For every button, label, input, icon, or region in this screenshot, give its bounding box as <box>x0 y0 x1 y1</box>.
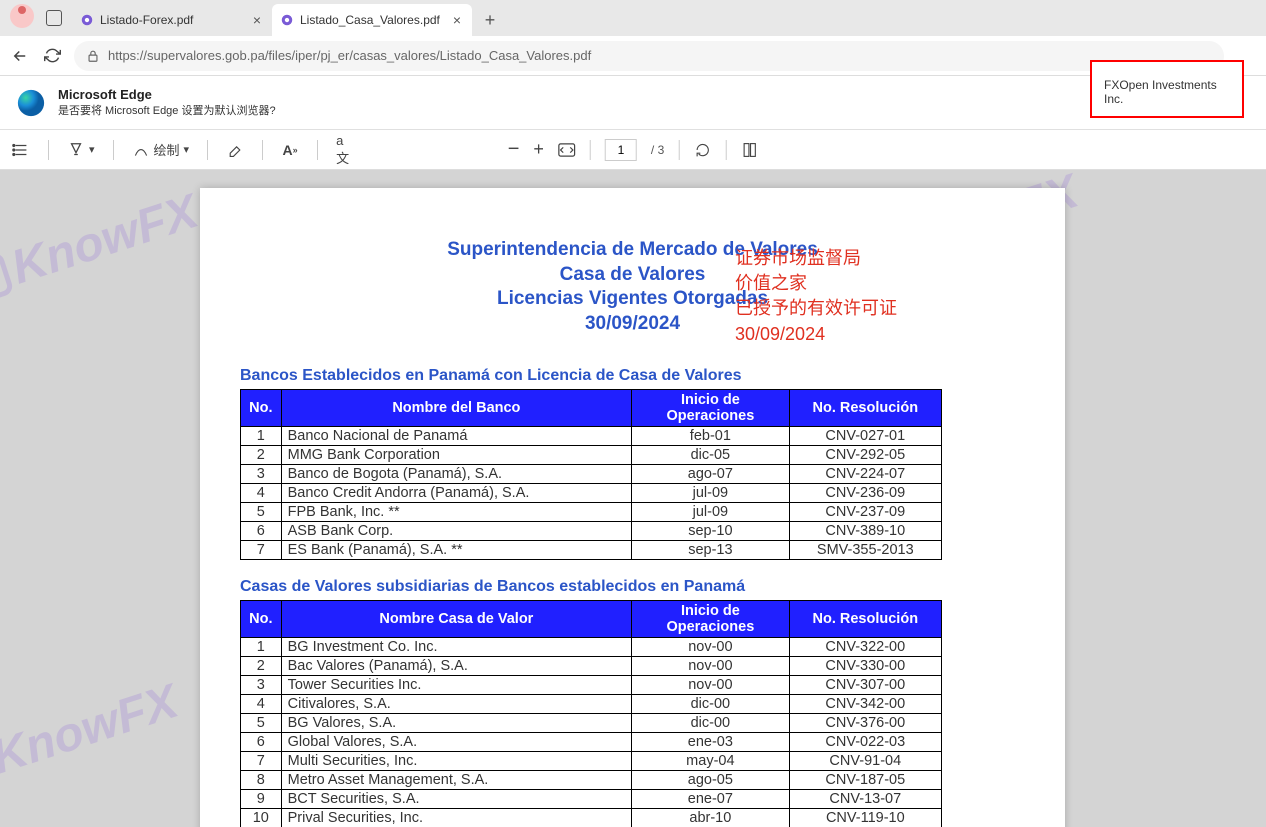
document-heading: Superintendencia de Mercado de Valores C… <box>240 238 1025 337</box>
page-number-input[interactable] <box>605 139 637 161</box>
pdf-page: Superintendencia de Mercado de Valores C… <box>200 188 1065 827</box>
profile-avatar[interactable] <box>10 4 34 28</box>
divider <box>725 140 726 160</box>
divider <box>48 140 49 160</box>
tab-listado-casa-valores[interactable]: Listado_Casa_Valores.pdf × <box>272 4 472 36</box>
fit-page-button[interactable] <box>558 141 576 159</box>
page-view-button[interactable] <box>740 141 758 159</box>
highlight-annotation: FXOpen Investments Inc. <box>1090 60 1244 118</box>
text-size-button[interactable]: A» <box>281 141 299 159</box>
table-row: 6Global Valores, S.A.ene-03CNV-022-03 <box>241 732 942 751</box>
erase-button[interactable] <box>226 141 244 159</box>
table-row: 9BCT Securities, S.A.ene-07CNV-13-07 <box>241 789 942 808</box>
draw-label: 绘制 <box>154 140 180 159</box>
zoom-in-button[interactable]: + <box>533 139 544 160</box>
section-header-casas: Casas de Valores subsidiarias de Bancos … <box>240 578 1025 596</box>
tab-label: Listado_Casa_Valores.pdf <box>300 13 444 27</box>
table-row: 6ASB Bank Corp.sep-10CNV-389-10 <box>241 521 942 540</box>
table-row: 1BG Investment Co. Inc.nov-00CNV-322-00 <box>241 637 942 656</box>
workspaces-icon[interactable] <box>46 10 62 26</box>
divider <box>317 140 318 160</box>
zoom-out-button[interactable]: − <box>508 138 520 161</box>
divider <box>207 140 208 160</box>
table-row: 5BG Valores, S.A.dic-00CNV-376-00 <box>241 713 942 732</box>
back-button[interactable] <box>10 46 30 66</box>
rotate-button[interactable] <box>693 141 711 159</box>
table-row: 3Tower Securities Inc.nov-00CNV-307-00 <box>241 675 942 694</box>
cn-translation-overlay: 证券市场监督局 价值之家 已授予的有效许可证 30/09/2024 <box>735 246 897 347</box>
divider <box>113 140 114 160</box>
new-tab-button[interactable]: + <box>476 6 504 34</box>
browser-nav-bar: https://supervalores.gob.pa/files/iper/p… <box>0 36 1266 76</box>
edge-prompt-subtitle: 是否要将 Microsoft Edge 设置为默认浏览器? <box>58 102 276 118</box>
translate-button[interactable]: a文 <box>336 141 354 159</box>
tab-label: Listado-Forex.pdf <box>100 13 244 27</box>
refresh-button[interactable] <box>42 46 62 66</box>
table-row: 8Metro Asset Management, S.A.ago-05CNV-1… <box>241 770 942 789</box>
edge-logo-icon <box>16 88 46 118</box>
divider <box>590 140 591 160</box>
contents-button[interactable] <box>12 141 30 159</box>
table-casas: No. Nombre Casa de Valor Inicio de Opera… <box>240 600 942 827</box>
divider <box>262 140 263 160</box>
table-bancos: No. Nombre del Banco Inicio de Operacion… <box>240 389 942 560</box>
lock-icon <box>86 49 100 63</box>
close-icon[interactable]: × <box>450 13 464 27</box>
edge-default-prompt: Microsoft Edge 是否要将 Microsoft Edge 设置为默认… <box>0 76 1266 130</box>
table-row: 2Bac Valores (Panamá), S.A.nov-00CNV-330… <box>241 656 942 675</box>
close-icon[interactable]: × <box>250 13 264 27</box>
table-row: 4Banco Credit Andorra (Panamá), S.A.jul-… <box>241 483 942 502</box>
address-bar[interactable]: https://supervalores.gob.pa/files/iper/p… <box>74 41 1224 71</box>
table-row: 3Banco de Bogota (Panamá), S.A.ago-07CNV… <box>241 464 942 483</box>
browser-tab-strip: Listado-Forex.pdf × Listado_Casa_Valores… <box>0 0 1266 36</box>
highlight-text: FXOpen Investments Inc. <box>1104 78 1217 106</box>
section-header-bancos: Bancos Establecidos en Panamá con Licenc… <box>240 367 1025 385</box>
pdf-viewport[interactable]: CKnowFX CKnowFX CKnowFX CKnowFX CKnowFX … <box>0 170 1266 827</box>
table-row: 4Citivalores, S.A.dic-00CNV-342-00 <box>241 694 942 713</box>
tab-listado-forex[interactable]: Listado-Forex.pdf × <box>72 4 272 36</box>
pdf-toolbar: ▾ 绘制▾ A» a文 − + / 3 <box>0 130 1266 170</box>
page-total: / 3 <box>651 143 664 157</box>
table-row: 1Banco Nacional de Panamáfeb-01CNV-027-0… <box>241 426 942 445</box>
table-row: 5FPB Bank, Inc. **jul-09CNV-237-09 <box>241 502 942 521</box>
draw-button[interactable]: 绘制▾ <box>132 140 190 159</box>
divider <box>678 140 679 160</box>
pdf-favicon <box>280 13 294 27</box>
watermark: CKnowFX <box>0 674 185 801</box>
highlight-button[interactable]: ▾ <box>67 141 95 159</box>
url-text: https://supervalores.gob.pa/files/iper/p… <box>108 48 591 63</box>
watermark: CKnowFX <box>0 184 205 311</box>
table-row: 7Multi Securities, Inc.may-04CNV-91-04 <box>241 751 942 770</box>
table-row: 2MMG Bank Corporationdic-05CNV-292-05 <box>241 445 942 464</box>
table-row: 10Prival Securities, Inc.abr-10CNV-119-1… <box>241 808 942 827</box>
edge-prompt-title: Microsoft Edge <box>58 87 276 102</box>
pdf-favicon <box>80 13 94 27</box>
table-row: 7ES Bank (Panamá), S.A. **sep-13SMV-355-… <box>241 540 942 559</box>
